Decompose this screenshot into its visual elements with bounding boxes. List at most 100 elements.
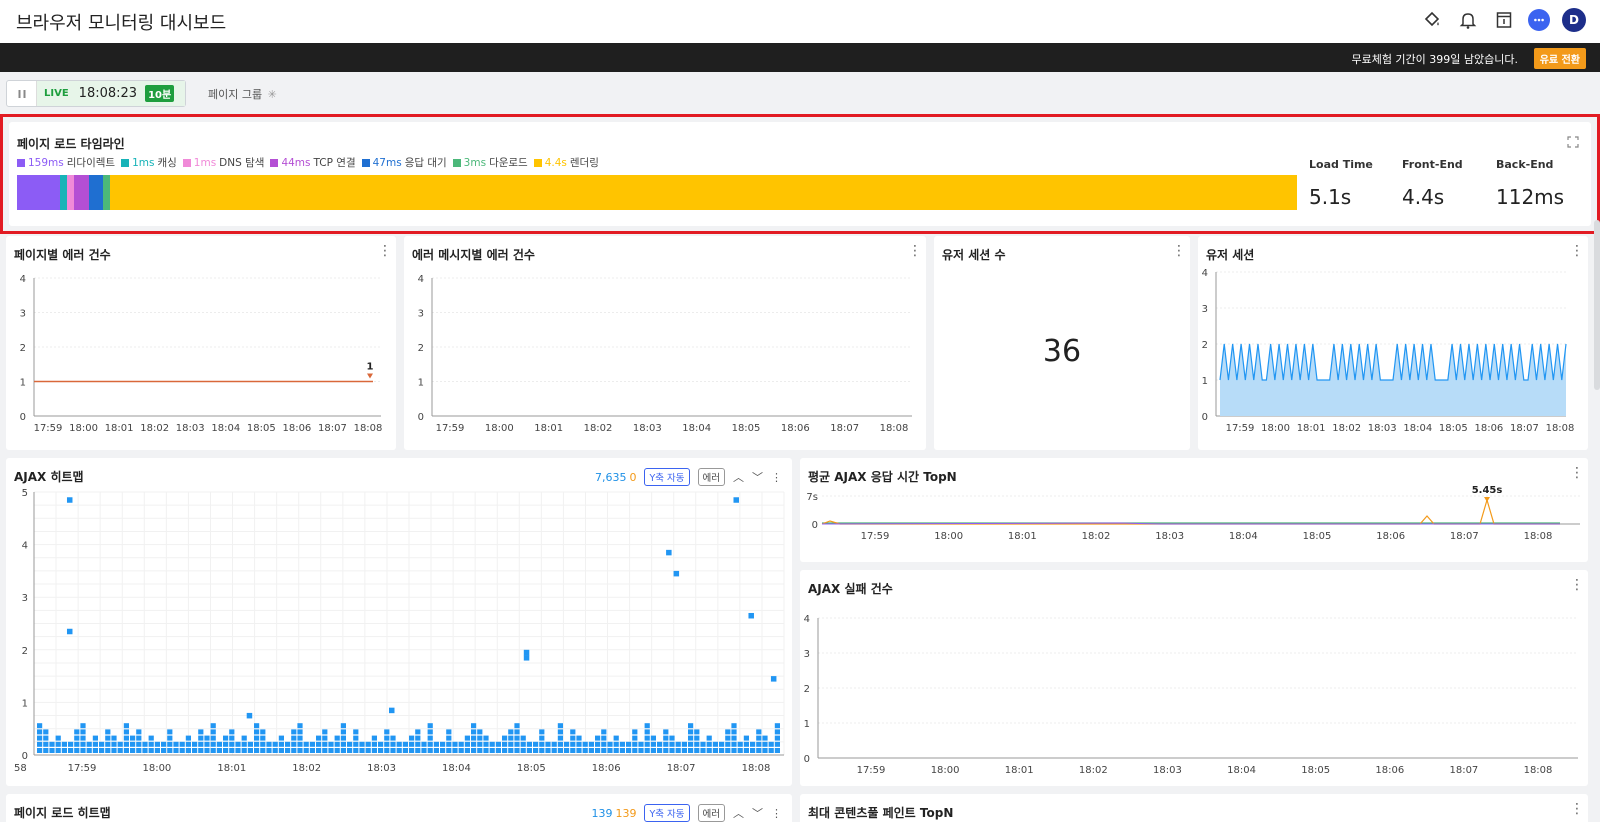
heatmap-cell: [477, 741, 483, 747]
heatmap-cell: [762, 735, 768, 741]
heatmap-cell: [576, 735, 582, 741]
heatmap-cell: [389, 707, 395, 714]
x-tick-label: 18:04: [1403, 423, 1432, 434]
heatmap-cell: [570, 729, 576, 735]
heatmap-cell: [489, 748, 495, 753]
heatmap-cell: [99, 748, 105, 753]
heatmap-cell: [688, 748, 694, 753]
heatmap-cell: [297, 748, 303, 753]
seg-wait[interactable]: [89, 175, 103, 210]
heatmap-cell: [37, 748, 43, 753]
heatmap-cell: [278, 748, 284, 753]
heatmap-cell: [750, 741, 756, 747]
bell-icon[interactable]: [1456, 8, 1480, 32]
seg-redirect[interactable]: [17, 175, 60, 210]
chevron-up-icon[interactable]: ︿: [733, 805, 744, 821]
x-tick-label: 18:03: [633, 423, 662, 434]
pause-button[interactable]: [7, 81, 37, 106]
heatmap-cell: [564, 748, 570, 753]
heatmap-cell: [644, 735, 650, 741]
heatmap-cell: [334, 735, 340, 741]
legend-item: 44ms TCP 연결: [270, 155, 356, 170]
y-tick-label: 4: [804, 614, 810, 625]
chevron-down-icon[interactable]: ﹀: [752, 805, 763, 821]
heatmap-cell: [246, 712, 253, 719]
more-menu-icon[interactable]: ⋮: [1172, 244, 1186, 258]
seg-download[interactable]: [103, 175, 110, 210]
heatmap-cell: [595, 748, 601, 753]
seg-dns[interactable]: [67, 175, 74, 210]
heatmap-cell: [254, 741, 260, 747]
heatmap-cell: [644, 723, 650, 729]
legend-label: 응답 대기: [404, 157, 447, 169]
x-tick-label: 18:04: [442, 763, 471, 774]
heatmap-cell: [706, 741, 712, 747]
more-menu-icon[interactable]: ⋮: [1570, 802, 1584, 816]
heatmap-cell: [241, 748, 247, 753]
more-menu-icon[interactable]: ⋮: [771, 807, 782, 820]
y-tick-label: 1: [1202, 376, 1208, 387]
seg-caching[interactable]: [60, 175, 67, 210]
heatmap-cell: [328, 741, 334, 747]
heatmap-cell: [520, 741, 526, 747]
heatmap-cell: [371, 741, 377, 747]
heatmap-cell: [185, 748, 191, 753]
heatmap-cell: [588, 748, 594, 753]
heatmap-cell: [291, 748, 297, 753]
paint-bucket-icon[interactable]: [1420, 8, 1444, 32]
heatmap-cell: [365, 741, 371, 747]
avatar[interactable]: D: [1562, 8, 1586, 32]
heatmap-cell: [768, 748, 774, 753]
y-axis-auto-toggle[interactable]: Y축 자동: [644, 804, 690, 822]
x-tick-label: 18:06: [592, 763, 621, 774]
error-toggle[interactable]: 에러: [697, 804, 725, 822]
ajax-heatmap-chart[interactable]: 0 1 2 3 4 5 17:59 18:00 18:01 18:02 18:03 18:04 18:0…: [6, 458, 792, 786]
legend-item: 1ms DNS 탐색: [182, 155, 264, 170]
legend-swatch: [182, 158, 191, 167]
heatmap-cell: [384, 729, 390, 735]
metric-label: Load Time: [1309, 158, 1373, 171]
series-line: [821, 497, 1560, 525]
expand-icon[interactable]: [1567, 136, 1579, 148]
heatmap-cell: [409, 735, 415, 741]
live-time-area[interactable]: LIVE 18:08:23 10분: [37, 81, 185, 106]
upgrade-button[interactable]: 유료 전환: [1533, 48, 1586, 69]
heatmap-cell: [37, 729, 43, 735]
calendar-icon[interactable]: [1492, 8, 1516, 32]
heatmap-cell: [359, 741, 365, 747]
heatmap-cell: [260, 741, 266, 747]
y-tick-label: 1: [418, 378, 424, 389]
peak-marker: [1484, 497, 1490, 502]
heatmap-cell: [663, 748, 669, 753]
heatmap-cell: [725, 735, 731, 741]
heatmap-cell: [130, 741, 136, 747]
heatmap-cell: [669, 735, 675, 741]
heatmap-cell: [37, 723, 43, 729]
page-scrollbar[interactable]: [1594, 220, 1600, 390]
live-interval[interactable]: 10분: [145, 85, 175, 102]
heatmap-cell: [130, 735, 136, 741]
heatmap-cell: [61, 741, 67, 747]
heatmap-cell: [557, 735, 563, 741]
heatmap-cell: [80, 723, 86, 729]
seg-render[interactable]: [110, 175, 1297, 210]
heatmap-cell: [161, 741, 167, 747]
errors-by-message-card: 에러 메시지별 에러 건수 ⋮ 0 1 2 3 4 17:59 18:00 18:01 18:0…: [404, 236, 926, 450]
x-tick-label: 17:59: [68, 763, 97, 774]
heatmap-cell: [545, 748, 551, 753]
heatmap-cell: [688, 723, 694, 729]
page-group-filter[interactable]: 페이지 그룹 ✳: [208, 86, 277, 102]
heatmap-cell: [570, 735, 576, 741]
heatmap-cell: [347, 741, 353, 747]
heatmap-cell: [365, 748, 371, 753]
heatmap-cell: [489, 741, 495, 747]
heatmap-cell: [774, 735, 780, 741]
heatmap-cell: [427, 748, 433, 753]
heatmap-cell: [105, 748, 111, 753]
chat-icon[interactable]: [1528, 9, 1550, 31]
heatmap-cell: [402, 741, 408, 747]
legend-swatch: [121, 158, 130, 167]
x-tick-label: 17:59: [436, 423, 465, 434]
heatmap-cell: [756, 741, 762, 747]
seg-tcp[interactable]: [74, 175, 89, 210]
